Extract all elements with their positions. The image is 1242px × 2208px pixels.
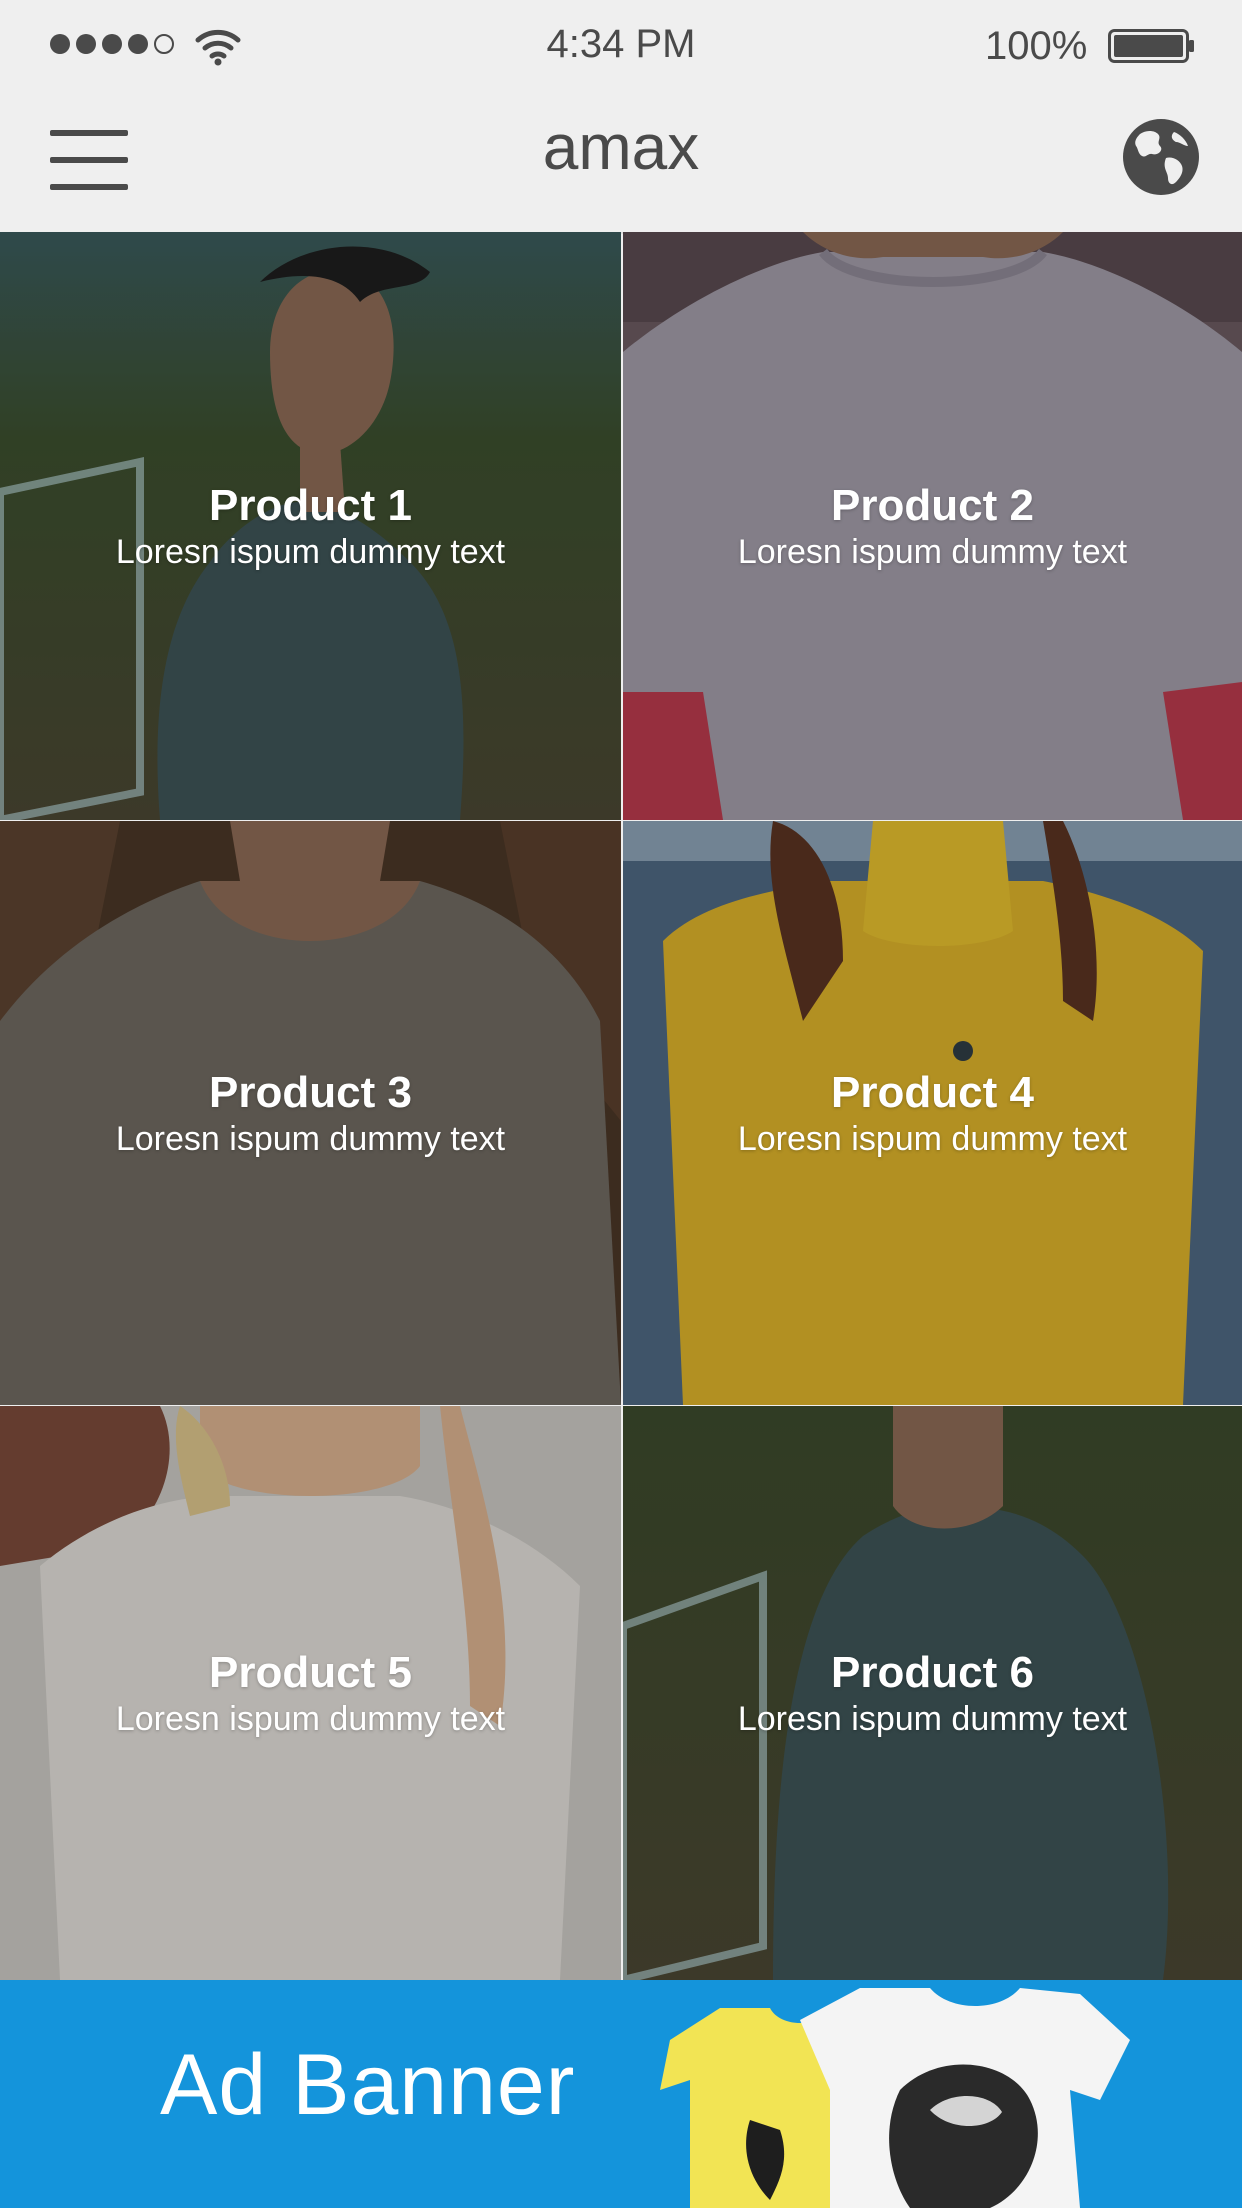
product-2-name: Product 2 [831,481,1034,530]
ad-banner-label: Ad Banner [160,2037,576,2133]
product-card-5[interactable]: Product 5 Loresn ispum dummy text [0,1406,621,1980]
product-4-description: Loresn ispum dummy text [737,1120,1128,1158]
battery-percentage: 100% [985,24,1088,68]
product-grid: Product 1 Loresn ispum dummy text Produc… [0,232,1242,1980]
product-5-caption: Product 5 Loresn ispum dummy text [0,1647,621,1739]
ad-banner[interactable]: Ad Banner [0,1980,1242,2208]
product-5-name: Product 5 [209,1648,412,1697]
product-card-3[interactable]: Product 3 Loresn ispum dummy text [0,821,621,1405]
product-1-description: Loresn ispum dummy text [115,533,506,571]
status-bar: 4:34 PM 100% [0,0,1242,92]
product-1-caption: Product 1 Loresn ispum dummy text [0,480,621,572]
product-6-description: Loresn ispum dummy text [737,1700,1128,1738]
product-4-caption: Product 4 Loresn ispum dummy text [623,1067,1242,1159]
product-1-name: Product 1 [209,481,412,530]
product-3-description: Loresn ispum dummy text [115,1120,506,1158]
product-5-description: Loresn ispum dummy text [115,1700,506,1738]
app-title: amax [542,111,700,183]
product-card-1[interactable]: Product 1 Loresn ispum dummy text [0,232,621,820]
product-2-caption: Product 2 Loresn ispum dummy text [623,480,1242,572]
product-2-description: Loresn ispum dummy text [737,533,1128,571]
globe-icon[interactable] [1122,118,1200,196]
product-3-name: Product 3 [209,1068,412,1117]
product-card-6[interactable]: Product 6 Loresn ispum dummy text [623,1406,1242,1980]
ad-tshirts-image [660,1988,1130,2208]
navigation-bar: amax [0,92,1242,234]
product-card-4[interactable]: Product 4 Loresn ispum dummy text [623,821,1242,1405]
product-4-name: Product 4 [831,1068,1034,1117]
product-6-name: Product 6 [831,1648,1034,1697]
product-3-caption: Product 3 Loresn ispum dummy text [0,1067,621,1159]
product-card-2[interactable]: Product 2 Loresn ispum dummy text [623,232,1242,820]
product-6-caption: Product 6 Loresn ispum dummy text [623,1647,1242,1739]
battery-icon [1108,29,1194,63]
